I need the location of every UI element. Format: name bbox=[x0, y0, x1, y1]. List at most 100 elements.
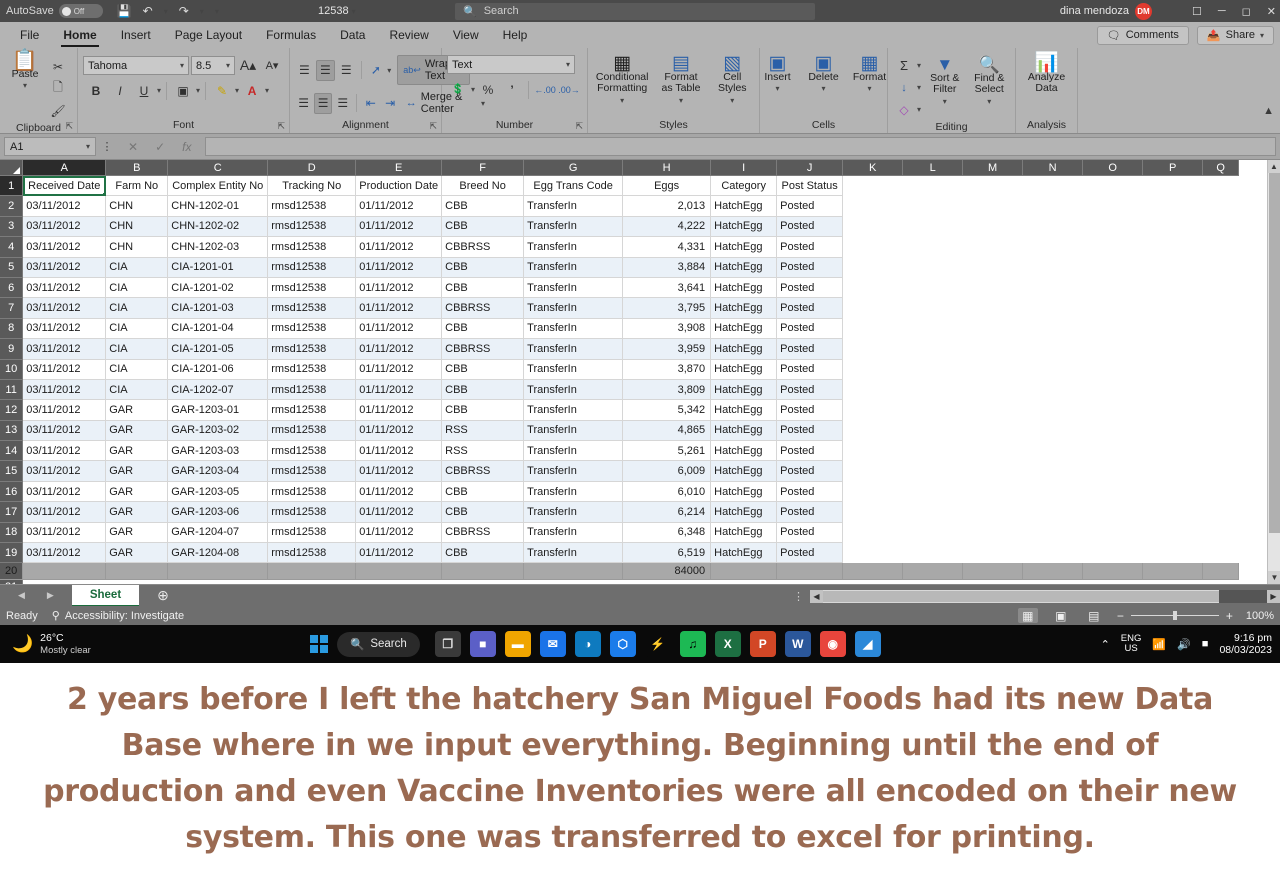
header-cell-tracking-no[interactable]: Tracking No bbox=[267, 175, 357, 197]
cell[interactable]: 03/11/2012 bbox=[22, 216, 107, 238]
text-orientation-icon[interactable]: ➚ bbox=[367, 60, 386, 81]
cell-empty[interactable] bbox=[1142, 257, 1203, 278]
row-header-2[interactable]: 2 bbox=[0, 195, 24, 217]
cell[interactable]: GAR-1203-04 bbox=[167, 460, 269, 482]
cell-empty[interactable] bbox=[1202, 542, 1239, 563]
cell-empty[interactable] bbox=[1082, 297, 1143, 319]
task-view-icon[interactable]: ❐ bbox=[434, 631, 461, 657]
cell[interactable]: TransferIn bbox=[523, 359, 624, 380]
cell-empty[interactable] bbox=[962, 195, 1023, 217]
cell[interactable]: HatchEgg bbox=[710, 257, 778, 278]
cell[interactable]: TransferIn bbox=[523, 297, 624, 319]
cell[interactable]: GAR-1203-03 bbox=[167, 440, 269, 462]
cell-empty[interactable] bbox=[1082, 399, 1143, 421]
cell-empty[interactable] bbox=[1202, 359, 1239, 380]
cell-empty[interactable] bbox=[962, 236, 1023, 258]
clipboard-dialog-launcher-icon[interactable]: ⇱ bbox=[65, 121, 73, 132]
volume-icon[interactable]: 🔊 bbox=[1177, 638, 1191, 651]
teams-icon[interactable]: ■ bbox=[469, 631, 496, 657]
cell-empty[interactable] bbox=[1202, 318, 1239, 339]
cell-empty[interactable] bbox=[1142, 522, 1203, 543]
total-cell-i[interactable] bbox=[710, 562, 778, 581]
cell-empty[interactable] bbox=[1022, 257, 1083, 278]
cell[interactable]: 01/11/2012 bbox=[355, 399, 443, 421]
fill-down-icon[interactable]: ↓ bbox=[893, 77, 915, 98]
cell-empty[interactable] bbox=[1082, 522, 1143, 543]
format-painter-icon[interactable]: 🖌 bbox=[47, 100, 69, 121]
cell[interactable]: CIA bbox=[105, 257, 169, 278]
borders-chevron-down-icon[interactable]: ▾ bbox=[196, 86, 200, 95]
cell-empty[interactable] bbox=[1142, 460, 1203, 482]
clear-eraser-icon[interactable]: ◇ bbox=[893, 99, 915, 120]
cell[interactable]: TransferIn bbox=[523, 195, 624, 217]
cell[interactable]: CIA-1201-04 bbox=[167, 318, 269, 340]
user-account[interactable]: dina mendoza DM bbox=[1060, 2, 1152, 20]
start-button-icon[interactable] bbox=[310, 635, 328, 653]
cell[interactable]: HatchEgg bbox=[710, 399, 778, 421]
enter-check-icon[interactable]: ✓ bbox=[155, 140, 165, 154]
cell[interactable]: HatchEgg bbox=[710, 297, 778, 319]
cell[interactable]: 03/11/2012 bbox=[22, 501, 107, 523]
chrome-icon[interactable]: ◉ bbox=[819, 631, 846, 657]
cell[interactable]: GAR bbox=[105, 420, 169, 442]
align-top-icon[interactable]: ☰ bbox=[295, 60, 314, 81]
font-size-combo[interactable]: 8.5 ▾ bbox=[191, 56, 235, 75]
cell[interactable]: TransferIn bbox=[523, 542, 624, 564]
accounting-chevron-down-icon[interactable]: ▾ bbox=[471, 85, 475, 94]
cell[interactable]: 03/11/2012 bbox=[22, 236, 107, 258]
save-icon[interactable]: 💾 bbox=[117, 4, 132, 18]
cell-empty[interactable] bbox=[1142, 318, 1203, 339]
cell-empty[interactable] bbox=[1142, 236, 1203, 258]
zoom-out-button[interactable]: − bbox=[1117, 609, 1124, 623]
borders-icon[interactable]: ▣ bbox=[172, 80, 194, 101]
column-header-e[interactable]: E bbox=[355, 160, 443, 176]
cell-empty[interactable] bbox=[902, 277, 963, 298]
cell[interactable]: rmsd12538 bbox=[267, 420, 357, 442]
cell[interactable]: Posted bbox=[776, 318, 844, 340]
taskbar-search[interactable]: 🔍 Search bbox=[337, 631, 420, 657]
cell-empty[interactable] bbox=[1082, 501, 1143, 523]
cell[interactable]: HatchEgg bbox=[710, 359, 778, 380]
cell-empty[interactable] bbox=[1142, 338, 1203, 360]
tab-formulas[interactable]: Formulas bbox=[254, 25, 328, 45]
total-cell-b[interactable] bbox=[105, 562, 169, 581]
collapse-ribbon-icon[interactable]: ▲ bbox=[1263, 105, 1274, 117]
formula-input[interactable] bbox=[205, 137, 1276, 156]
cell[interactable]: CBB bbox=[441, 257, 525, 278]
cell[interactable]: HatchEgg bbox=[710, 379, 778, 401]
language-indicator[interactable]: ENG US bbox=[1121, 633, 1142, 655]
cell[interactable]: rmsd12538 bbox=[267, 379, 357, 401]
cell[interactable]: CIA bbox=[105, 379, 169, 401]
cell[interactable]: 03/11/2012 bbox=[22, 420, 107, 442]
zoom-in-button[interactable]: + bbox=[1226, 609, 1233, 623]
cell[interactable]: GAR-1203-02 bbox=[167, 420, 269, 442]
ribbon-display-options-icon[interactable]: ☐ bbox=[1192, 5, 1202, 18]
total-cell-e[interactable] bbox=[355, 562, 443, 581]
cell[interactable]: CIA bbox=[105, 338, 169, 360]
align-center-icon[interactable]: ☰ bbox=[314, 92, 333, 114]
tab-file[interactable]: File bbox=[8, 25, 51, 45]
cell-empty[interactable] bbox=[1022, 542, 1083, 563]
cell[interactable]: Posted bbox=[776, 195, 844, 217]
horizontal-scroll-end[interactable] bbox=[1219, 589, 1267, 603]
cell[interactable]: GAR-1204-07 bbox=[167, 522, 269, 544]
cell[interactable]: GAR bbox=[105, 440, 169, 462]
cell[interactable]: 6,348 bbox=[622, 522, 712, 544]
cell-empty[interactable] bbox=[1202, 399, 1239, 421]
cell-empty[interactable] bbox=[1082, 379, 1143, 400]
cell[interactable]: 3,908 bbox=[622, 318, 712, 340]
fill-color-chevron-down-icon[interactable]: ▾ bbox=[235, 86, 239, 95]
row-header-17[interactable]: 17 bbox=[0, 501, 24, 523]
insert-function-icon[interactable]: fx bbox=[182, 140, 191, 154]
powerpoint-icon[interactable]: P bbox=[749, 631, 776, 657]
undo-icon[interactable]: ↶ bbox=[143, 4, 153, 18]
row-header-19[interactable]: 19 bbox=[0, 542, 24, 564]
align-middle-icon[interactable]: ☰ bbox=[315, 59, 335, 81]
cell[interactable]: 6,010 bbox=[622, 481, 712, 503]
cell-empty[interactable] bbox=[1022, 460, 1083, 482]
tab-review[interactable]: Review bbox=[377, 25, 440, 45]
cell-empty[interactable] bbox=[962, 318, 1023, 339]
cell-empty[interactable] bbox=[962, 216, 1023, 237]
cell[interactable]: 6,519 bbox=[622, 542, 712, 564]
cell[interactable]: CBB bbox=[441, 359, 525, 380]
